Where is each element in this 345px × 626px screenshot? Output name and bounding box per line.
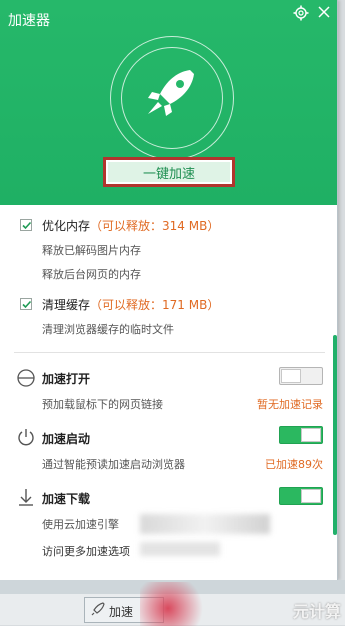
accelerate-button-label: 一键加速 — [108, 162, 230, 182]
decorative-blob — [140, 582, 210, 626]
more-options-link[interactable]: 访问更多加速选项 — [42, 543, 130, 559]
toggle-knob — [301, 428, 321, 442]
close-icon[interactable] — [317, 5, 331, 19]
watermark: 元计算 — [292, 602, 341, 621]
blurred-region — [140, 542, 220, 556]
memory-detail-2: 释放后台网页的内存 — [42, 268, 141, 281]
accelerate-open-title: 加速打开 — [42, 372, 91, 386]
toggle-knob — [281, 369, 301, 383]
rocket-icon — [148, 70, 194, 116]
panel-title: 加速器 — [8, 13, 50, 29]
accelerate-download-title: 加速下载 — [42, 492, 91, 506]
accelerate-start-title: 加速启动 — [42, 432, 91, 446]
toggle-knob — [301, 489, 321, 503]
download-icon — [19, 489, 33, 506]
optimize-memory-hint: （可以释放：314 MB） — [90, 219, 220, 233]
clear-cache-title: 清理缓存（可以释放：171 MB） — [42, 296, 219, 313]
scrollbar[interactable] — [331, 205, 337, 580]
clear-cache-checkbox[interactable] — [20, 298, 32, 310]
accelerate-open-toggle[interactable] — [279, 367, 323, 385]
memory-detail-1: 释放已解码图片内存 — [42, 244, 141, 257]
accelerate-start-status: 已加速89次 — [265, 458, 323, 471]
scrollbar-thumb[interactable] — [333, 335, 337, 535]
accelerate-open-status[interactable]: 暂无加速记录 — [257, 396, 323, 412]
optimize-memory-title: 优化内存（可以释放：314 MB） — [42, 217, 219, 234]
gear-icon[interactable] — [293, 5, 309, 21]
optimize-memory-label: 优化内存 — [42, 219, 91, 233]
half-circle-icon — [17, 369, 35, 387]
accelerator-panel: 加速器 一键加速 优化内存（可以释放：314 MB） 释放已解码图片内存 释放后… — [0, 0, 338, 580]
accelerate-start-desc: 通过智能预读加速启动浏览器 — [42, 458, 185, 471]
accelerate-open-desc: 预加载鼠标下的网页链接 — [42, 398, 163, 411]
section-divider — [14, 352, 325, 353]
rocket-icon — [91, 602, 105, 616]
header: 加速器 一键加速 — [0, 0, 337, 205]
optimize-memory-checkbox[interactable] — [20, 219, 32, 231]
accelerate-download-toggle[interactable] — [279, 487, 323, 505]
clear-cache-label: 清理缓存 — [42, 298, 91, 312]
clear-cache-hint: （可以释放：171 MB） — [90, 298, 220, 312]
one-click-accelerate-button[interactable]: 一键加速 — [103, 157, 235, 187]
cache-detail-1: 清理浏览器缓存的临时文件 — [42, 323, 174, 336]
blurred-region — [140, 514, 270, 534]
power-icon — [18, 429, 34, 446]
taskbar-accelerate-label: 加速 — [109, 605, 134, 619]
accelerate-download-desc: 使用云加速引擎 — [42, 518, 119, 531]
accelerate-start-toggle[interactable] — [279, 426, 323, 444]
